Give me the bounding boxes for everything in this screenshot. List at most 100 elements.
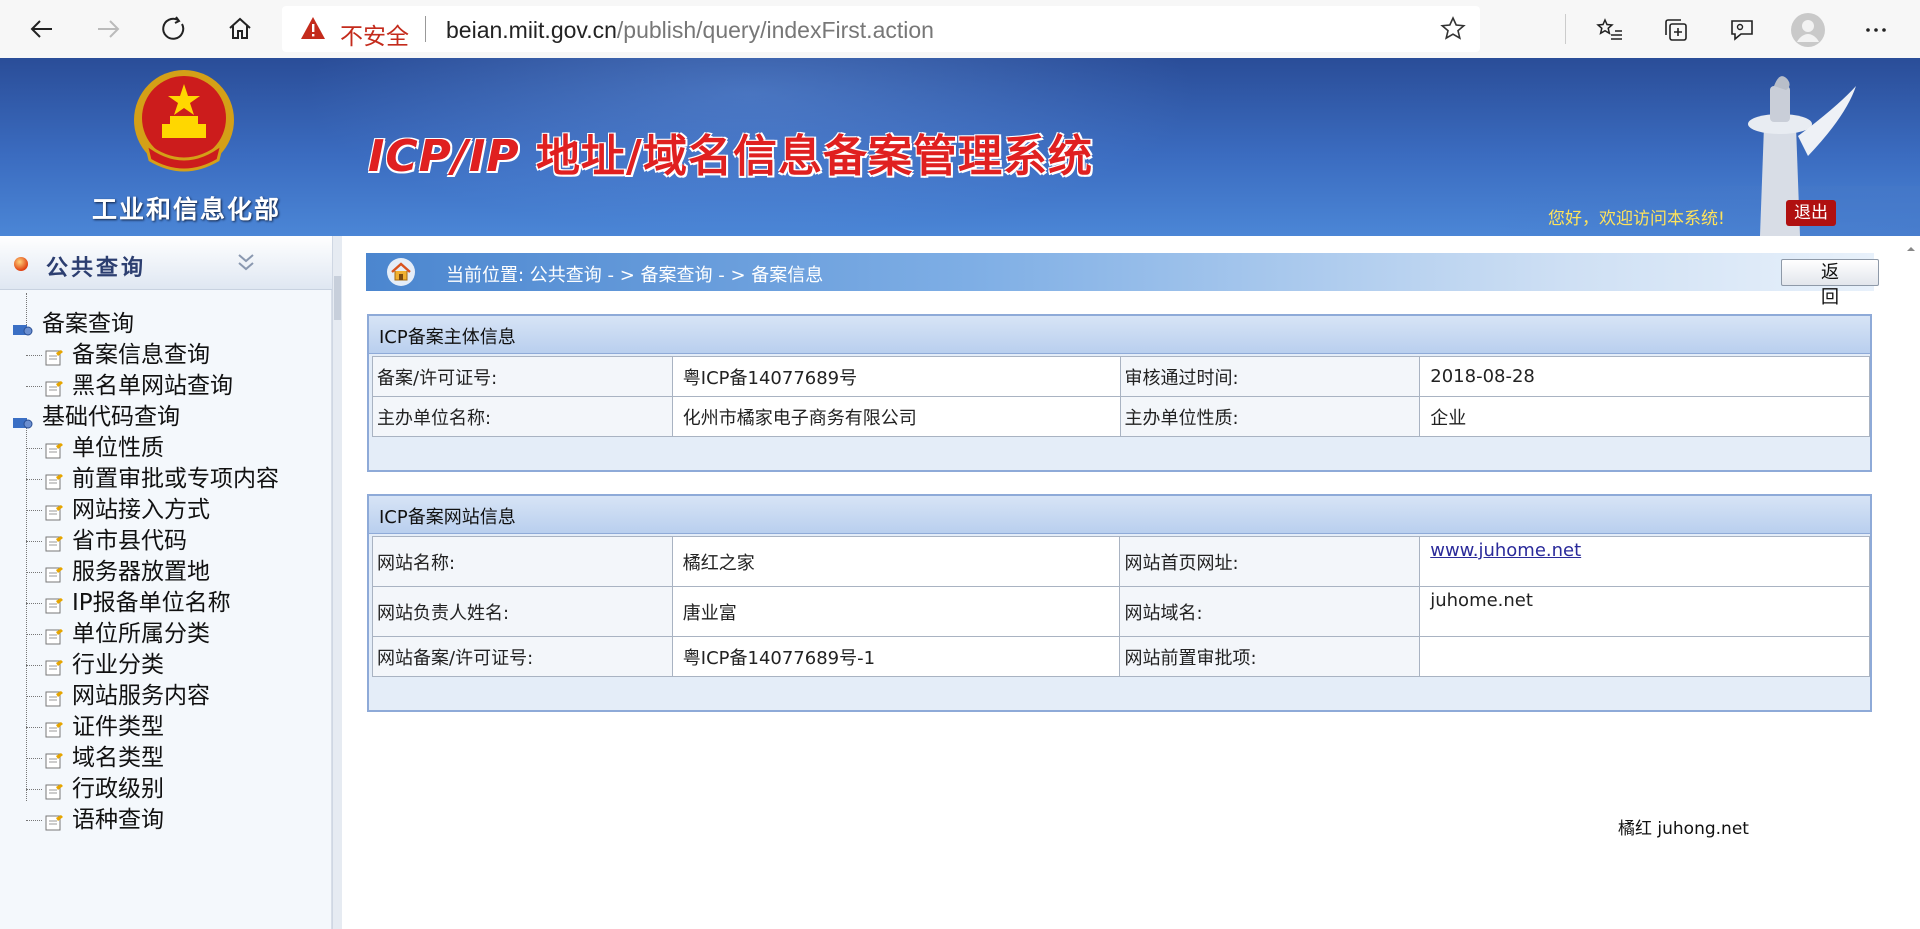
folder-gear-icon — [12, 410, 34, 428]
tree-group-label: 基础代码查询 — [42, 404, 180, 430]
sidebar-item-domain-type[interactable]: 域名类型 — [26, 738, 164, 772]
address-bar[interactable]: 不安全 beian.miit.gov.cn/publish/query/inde… — [282, 6, 1480, 52]
table-row: 网站名称: 橘红之家 网站首页网址: www.juhome.net — [372, 536, 1870, 587]
tree-branch — [26, 819, 42, 822]
tree-branch — [26, 788, 42, 791]
logout-button[interactable]: 退出 — [1786, 200, 1836, 226]
table-cell-label: 网站备案/许可证号: — [372, 636, 673, 677]
chevron-double-down-icon[interactable] — [236, 252, 256, 274]
tree-branch — [26, 509, 42, 512]
sidebar-item-pre-approval[interactable]: 前置审批或专项内容 — [26, 459, 279, 493]
refresh-icon[interactable] — [154, 9, 194, 49]
document-edit-icon — [44, 781, 64, 799]
system-title-latin: ICP/IP — [368, 131, 520, 182]
sidebar-item-server-location[interactable]: 服务器放置地 — [26, 552, 210, 586]
sidebar-item-label: IP报备单位名称 — [72, 590, 231, 616]
tree-branch — [26, 571, 42, 574]
table-cell-value — [1419, 636, 1870, 677]
tree-branch — [26, 540, 42, 543]
sidebar-item-label: 前置审批或专项内容 — [72, 466, 279, 492]
forward-icon[interactable] — [88, 9, 128, 49]
back-button[interactable]: 返 回 — [1781, 259, 1879, 308]
url-path: /publish/query/indexFirst.action — [616, 17, 934, 43]
table-cell-value: 化州市橘家电子商务有限公司 — [671, 396, 1121, 437]
profile-icon[interactable] — [1788, 10, 1828, 50]
sidebar-splitter[interactable] — [332, 236, 342, 929]
table-cell-label: 网站负责人姓名: — [372, 586, 673, 637]
document-edit-icon — [44, 378, 64, 396]
tree-branch — [26, 757, 42, 760]
feedback-icon[interactable] — [1722, 10, 1762, 50]
sidebar-item-label: 网站服务内容 — [72, 683, 210, 709]
security-status-label[interactable]: 不安全 — [340, 17, 409, 51]
tree-branch — [26, 447, 42, 450]
document-edit-icon — [44, 440, 64, 458]
url-text[interactable]: beian.miit.gov.cn/publish/query/indexFir… — [446, 17, 934, 44]
table-cell-label: 主办单位性质: — [1119, 396, 1421, 437]
footer-credit: 橘红 juhong.net — [1618, 819, 1749, 839]
table-cell-value: 橘红之家 — [671, 536, 1121, 587]
tree-group-filing-query[interactable]: 备案查询 — [12, 304, 134, 338]
panel-title: ICP备案网站信息 — [379, 507, 516, 528]
back-icon[interactable] — [22, 9, 62, 49]
favorites-list-icon[interactable] — [1590, 10, 1630, 50]
panel-title: ICP备案主体信息 — [379, 327, 516, 348]
sidebar-item-region-code[interactable]: 省市县代码 — [26, 521, 187, 555]
sidebar-item-language-query[interactable]: 语种查询 — [26, 800, 164, 834]
tree-branch — [26, 726, 42, 729]
sidebar-item-industry[interactable]: 行业分类 — [26, 645, 164, 679]
sidebar-header: 公共查询 — [0, 236, 332, 290]
sidebar-item-label: 服务器放置地 — [72, 559, 210, 585]
document-edit-icon — [44, 595, 64, 613]
favorite-star-icon[interactable] — [1438, 14, 1468, 44]
website-info-table: 网站名称: 橘红之家 网站首页网址: www.juhome.net 网站负责人姓… — [372, 536, 1870, 677]
more-icon[interactable] — [1856, 10, 1896, 50]
table-row: 网站备案/许可证号: 粤ICP备14077689号-1 网站前置审批项: — [372, 636, 1870, 677]
home-icon[interactable] — [220, 9, 260, 49]
sidebar-item-blacklist-query[interactable]: 黑名单网站查询 — [26, 366, 233, 400]
document-edit-icon — [44, 812, 64, 830]
subject-info-panel: ICP备案主体信息 备案/许可证号: 粤ICP备14077689号 审核通过时间… — [367, 314, 1872, 472]
document-edit-icon — [44, 471, 64, 489]
tree-branch — [26, 633, 42, 636]
document-edit-icon — [44, 347, 64, 365]
sidebar-item-unit-category[interactable]: 单位所属分类 — [26, 614, 210, 648]
table-cell-label: 网站域名: — [1119, 586, 1421, 637]
tree-group-base-code-query[interactable]: 基础代码查询 — [12, 397, 180, 431]
home-icon[interactable] — [386, 257, 416, 287]
sidebar-item-label: 行政级别 — [72, 776, 164, 802]
collections-icon[interactable] — [1656, 10, 1696, 50]
sidebar-item-admin-level[interactable]: 行政级别 — [26, 769, 164, 803]
page-scrollbar[interactable] — [1902, 236, 1920, 929]
table-cell-value: 粤ICP备14077689号-1 — [671, 636, 1121, 677]
sidebar-item-label: 省市县代码 — [72, 528, 187, 554]
sidebar-item-certificate-type[interactable]: 证件类型 — [26, 707, 164, 741]
table-cell-value: 唐业富 — [671, 586, 1121, 637]
homepage-url-link[interactable]: www.juhome.net — [1430, 540, 1581, 561]
table-cell-label: 主办单位名称: — [372, 396, 673, 437]
bullet-icon — [14, 257, 28, 271]
document-edit-icon — [44, 533, 64, 551]
document-edit-icon — [44, 564, 64, 582]
sidebar-item-service-content[interactable]: 网站服务内容 — [26, 676, 210, 710]
scroll-up-icon[interactable] — [1902, 240, 1920, 258]
table-row: 主办单位名称: 化州市橘家电子商务有限公司 主办单位性质: 企业 — [372, 396, 1870, 437]
national-emblem-icon — [134, 70, 234, 172]
document-edit-icon — [44, 719, 64, 737]
sidebar-item-ip-unit-name[interactable]: IP报备单位名称 — [26, 583, 231, 617]
splitter-handle[interactable] — [334, 276, 341, 320]
sidebar-item-filing-info-query[interactable]: 备案信息查询 — [26, 335, 210, 369]
table-cell-value: juhome.net — [1419, 586, 1870, 637]
table-cell-label: 备案/许可证号: — [372, 356, 673, 397]
sidebar-item-access-method[interactable]: 网站接入方式 — [26, 490, 210, 524]
sidebar-item-label: 证件类型 — [72, 714, 164, 740]
website-info-panel: ICP备案网站信息 网站名称: 橘红之家 网站首页网址: www.juhome.… — [367, 494, 1872, 712]
warning-icon[interactable] — [300, 16, 326, 44]
table-cell-value: 粤ICP备14077689号 — [671, 356, 1121, 397]
site-header-banner: 工业和信息化部 ICP/IP 地址/域名信息备案管理系统 您好，欢迎访问本系统!… — [0, 58, 1920, 236]
url-host: beian.miit.gov.cn — [446, 17, 617, 43]
table-cell-value: 企业 — [1419, 396, 1870, 437]
sidebar-item-unit-nature[interactable]: 单位性质 — [26, 428, 164, 462]
table-cell-value: www.juhome.net — [1419, 536, 1870, 587]
sidebar: 公共查询 备案查询 备案信息查询 黑名单网站查询 基础代码查询 单位性质 前置审… — [0, 236, 332, 929]
